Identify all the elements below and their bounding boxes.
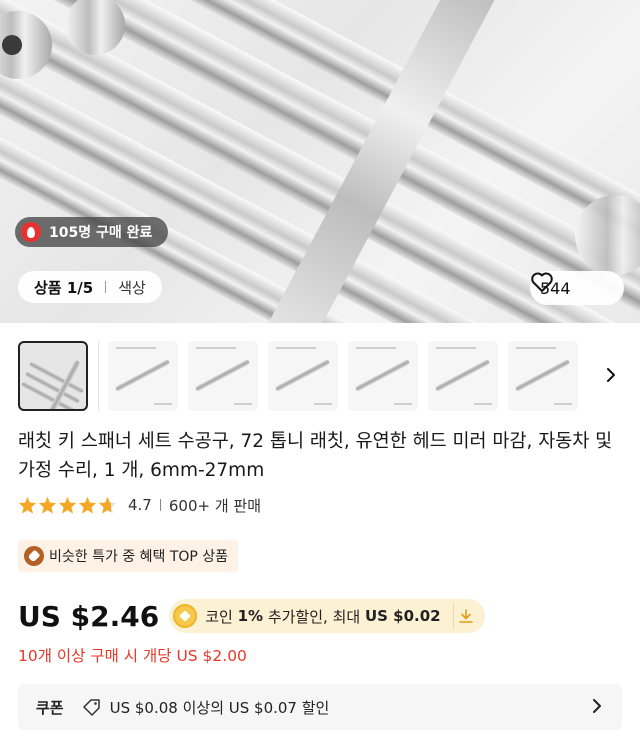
product-image-carousel[interactable]: 105명 구매 완료 상품 1/5 색상 544 xyxy=(0,0,640,323)
image-counter[interactable]: 상품 1/5 색상 xyxy=(18,271,162,303)
chevron-right-icon xyxy=(607,368,615,382)
image-counter-text: 상품 1/5 xyxy=(34,278,94,297)
star-rating xyxy=(18,496,118,514)
heart-icon xyxy=(531,272,553,292)
thumbnail-next-button[interactable] xyxy=(601,363,621,387)
color-option-link[interactable]: 색상 xyxy=(118,277,146,298)
coin-max: US $0.02 xyxy=(364,607,441,625)
promo-text: 비슷한 특가 중 혜택 TOP 상품 xyxy=(49,549,229,565)
price: US $2.46 xyxy=(18,599,160,633)
product-title: 래칫 키 스패너 세트 수공구, 72 톱니 래칫, 유연한 헤드 미러 마감,… xyxy=(18,431,613,481)
fire-icon xyxy=(21,222,41,242)
download-icon xyxy=(459,609,473,623)
coupon-label: 쿠폰 xyxy=(36,698,64,717)
rating-value: 4.7 xyxy=(128,496,152,514)
coupon-tag-icon xyxy=(82,699,100,716)
thumbnail-1[interactable] xyxy=(18,341,88,411)
thumbnail-7[interactable] xyxy=(508,341,578,411)
star-icon xyxy=(18,496,37,514)
star-half-icon xyxy=(98,496,117,514)
thumbnail-strip xyxy=(0,335,640,417)
star-icon xyxy=(78,496,97,514)
price-row: US $2.46 코인 1% 추가할인, 최대 US $0.02 xyxy=(18,598,485,634)
divider xyxy=(98,341,99,411)
coin-icon xyxy=(173,604,198,628)
coin-discount-pill[interactable]: 코인 1% 추가할인, 최대 US $0.02 xyxy=(169,599,485,633)
sold-count-text: 105명 구매 완료 xyxy=(49,225,153,241)
wishlist-button[interactable]: 544 xyxy=(530,271,624,305)
thumbnail-3[interactable] xyxy=(188,341,258,411)
thumbnail-5[interactable] xyxy=(348,341,418,411)
promo-badge[interactable]: 비슷한 특가 중 혜택 TOP 상품 xyxy=(18,540,239,572)
thumbnail-2[interactable] xyxy=(108,341,178,411)
divider xyxy=(159,499,161,511)
tag-icon xyxy=(24,546,44,566)
bulk-price-offer: 10개 이상 구매 시 개당 US $2.00 xyxy=(18,647,247,665)
star-icon xyxy=(38,496,57,514)
sold-count-badge: 105명 구매 완료 xyxy=(15,217,169,247)
chevron-right-icon xyxy=(593,699,601,713)
coin-collect-button[interactable] xyxy=(452,603,479,629)
coin-text-mid: 추가할인, 최대 xyxy=(263,607,365,626)
thumbnail-6[interactable] xyxy=(428,341,498,411)
coin-percent: 1% xyxy=(237,607,264,625)
thumbnail-4[interactable] xyxy=(268,341,338,411)
coupon-row[interactable]: 쿠폰 US $0.08 이상의 US $0.07 할인 xyxy=(18,684,622,730)
sold-count: 600+ 개 판매 xyxy=(168,496,261,515)
star-icon xyxy=(58,496,77,514)
divider xyxy=(105,281,107,293)
rating-row[interactable]: 4.7 600+ 개 판매 xyxy=(18,494,261,516)
coin-text-prefix: 코인 xyxy=(205,607,238,626)
coupon-text: US $0.08 이상의 US $0.07 할인 xyxy=(109,698,330,717)
